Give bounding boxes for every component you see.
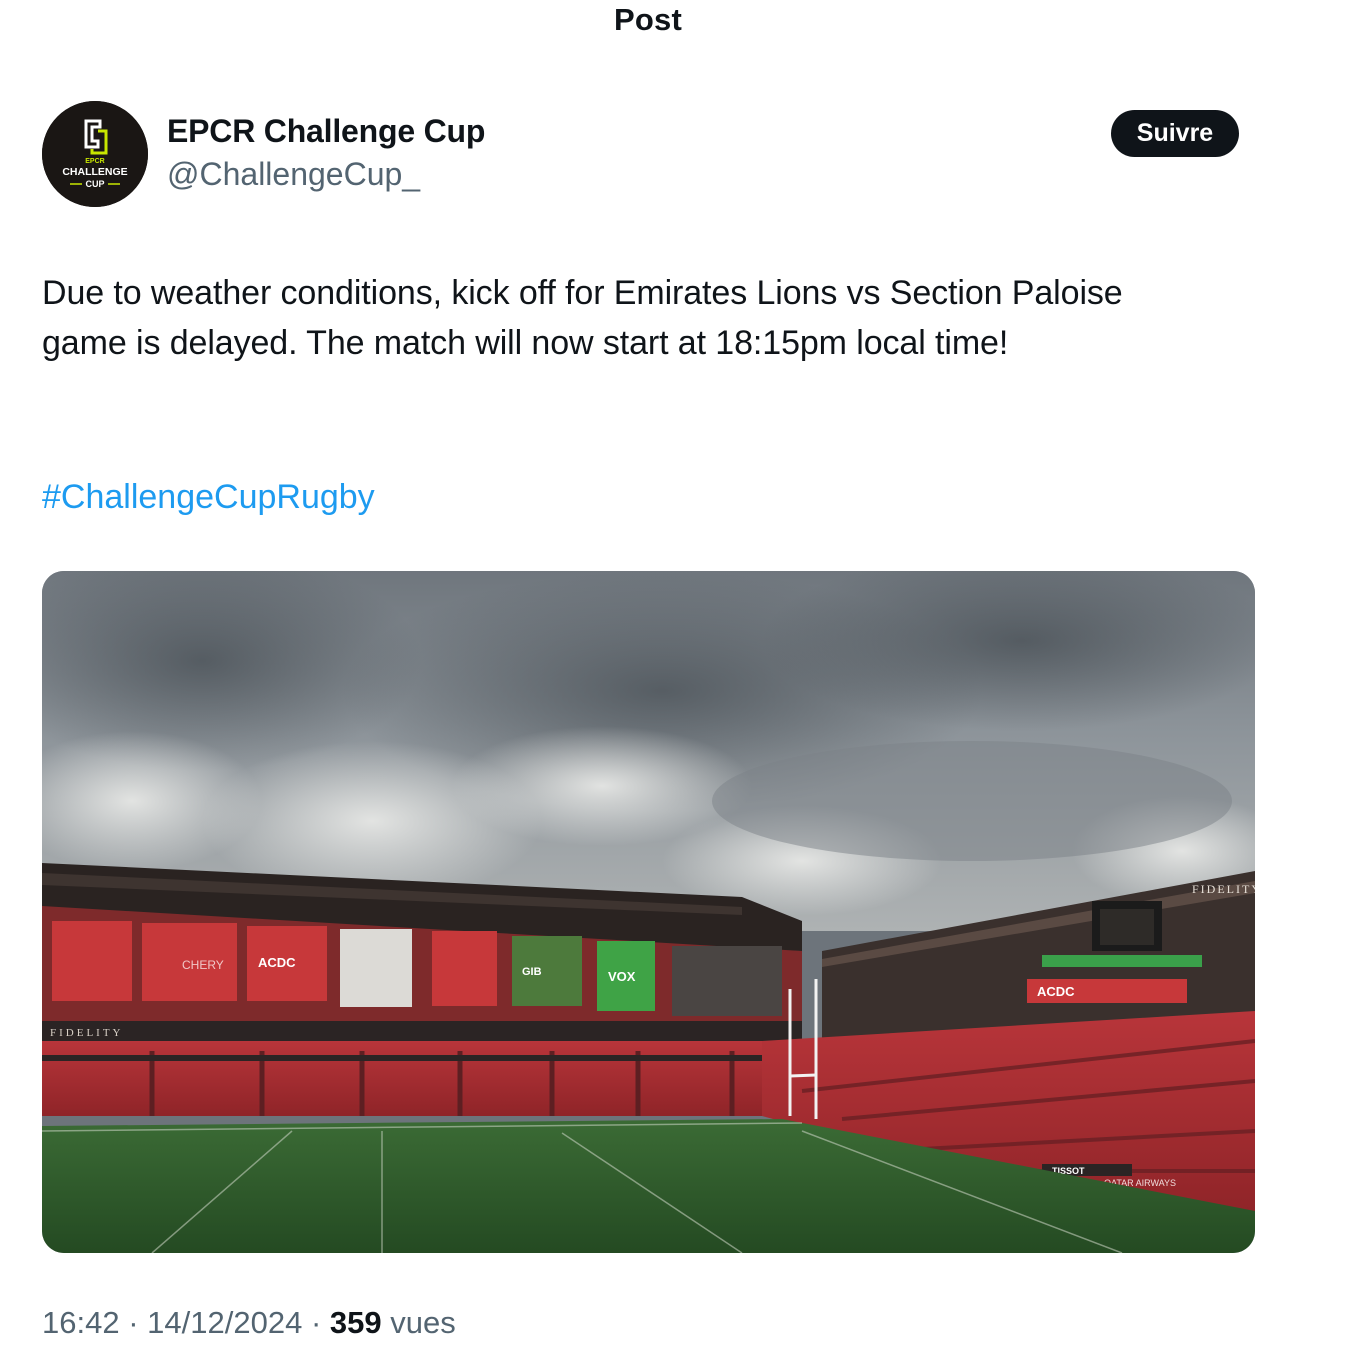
post-date[interactable]: 14/12/2024 (147, 1305, 302, 1340)
avatar-line1: EPCR (85, 158, 104, 165)
post-time[interactable]: 16:42 (42, 1305, 120, 1340)
avatar-line2: CHALLENGE (62, 166, 127, 178)
challenge-cup-logo-icon: EPCR CHALLENGE CUP (42, 101, 148, 207)
post-meta: 16:42 · 14/12/2024 · 359 vues (42, 1305, 456, 1341)
sign-acdc-left: ACDC (258, 955, 296, 970)
avatar[interactable]: EPCR CHALLENGE CUP (42, 101, 148, 207)
avatar-line3: CUP (85, 179, 104, 189)
post-text: Due to weather conditions, kick off for … (42, 274, 1123, 362)
meta-separator: · (128, 1305, 139, 1340)
follow-button[interactable]: Suivre (1111, 110, 1239, 157)
sign-acdc-right: ACDC (1037, 984, 1075, 999)
page-title: Post (614, 2, 682, 37)
author-handle[interactable]: @ChallengeCup_ (167, 156, 420, 193)
sign-fidelity-right: FIDELITY (1192, 882, 1255, 896)
sign-gib: GIB (522, 966, 542, 978)
meta-separator: · (310, 1305, 322, 1340)
author-name[interactable]: EPCR Challenge Cup (167, 113, 485, 150)
sign-chery: CHERY (182, 958, 224, 972)
post-media-image[interactable]: CHERY ACDC VOX GIB FIDELITY FIDELITY ACD… (42, 571, 1255, 1253)
stadium-photo: CHERY ACDC VOX GIB FIDELITY FIDELITY ACD… (42, 571, 1255, 1253)
views-label: vues (390, 1305, 456, 1340)
views-count: 359 (329, 1305, 382, 1340)
hashtag-link[interactable]: #ChallengeCupRugby (42, 472, 375, 522)
sign-fidelity-left: FIDELITY (50, 1027, 124, 1039)
sign-vox-left: VOX (608, 969, 636, 984)
